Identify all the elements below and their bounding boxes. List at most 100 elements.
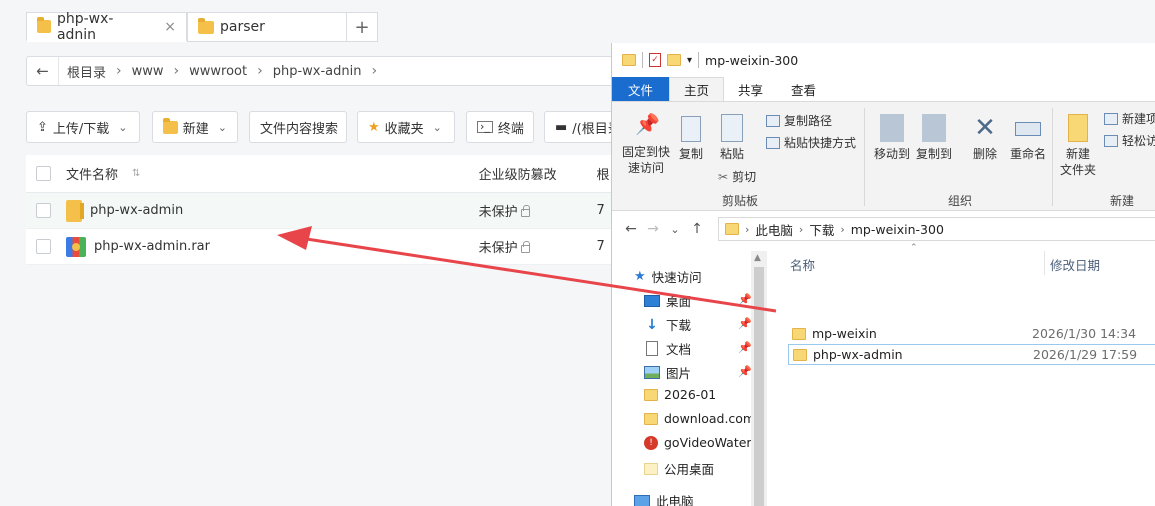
delete-button[interactable]: ✕ 删除 <box>968 114 1002 162</box>
pin-icon[interactable]: 📌 <box>738 341 752 354</box>
nav-download-com[interactable]: download.com <box>644 411 755 426</box>
col-modified-header[interactable]: 修改日期 <box>1050 255 1100 274</box>
rename-button[interactable]: 重命名 <box>1008 114 1048 162</box>
organize-group-label: 组织 <box>948 194 973 208</box>
folder-icon <box>792 327 806 340</box>
upload-download-button[interactable]: ⇪ 上传/下载 ⌄ <box>26 111 140 143</box>
col-name-header[interactable]: 名称 <box>790 255 815 274</box>
nav-this-pc[interactable]: 此电脑 <box>634 491 694 506</box>
path-this-pc[interactable]: 此电脑 <box>755 220 793 239</box>
scroll-up-icon[interactable]: ▲ <box>754 253 761 263</box>
nav-2026-01[interactable]: 2026-01 <box>644 387 716 402</box>
copy-label: 复制 <box>678 147 703 161</box>
list-item[interactable]: mp-weixin 2026/1/30 14:34 <box>788 323 1155 344</box>
tab-share[interactable]: 共享 <box>724 77 777 101</box>
nav-pictures[interactable]: 图片 <box>644 363 691 382</box>
terminal-label: 终端 <box>497 121 524 137</box>
crumb-wwwroot[interactable]: wwwroot <box>181 64 255 79</box>
nav-desktop[interactable]: 桌面 <box>644 291 691 310</box>
file-name[interactable]: php-wx-admin.rar <box>94 239 210 254</box>
file-name[interactable]: php-wx-admin <box>90 203 183 218</box>
divider <box>698 52 700 68</box>
up-icon[interactable]: ↑ <box>686 221 708 237</box>
path-current[interactable]: mp-weixin-300 <box>851 222 944 237</box>
paste-shortcut-button[interactable]: 粘贴快捷方式 <box>766 134 856 151</box>
new-group-label: 新建 <box>1110 194 1135 208</box>
pin-icon[interactable]: 📌 <box>738 317 752 330</box>
move-to-button[interactable]: 移动到 <box>872 114 912 162</box>
terminal-button[interactable]: ›_ 终端 <box>466 111 534 143</box>
delete-icon: ✕ <box>974 113 996 143</box>
sort-indicator-icon: ⌃ <box>910 243 918 253</box>
favorites-label: 收藏夹 <box>384 121 424 137</box>
explorer-address-bar[interactable]: › 此电脑 › 下载 › mp-weixin-300 <box>718 217 1155 241</box>
copy-to-button[interactable]: 复制到 <box>914 114 954 162</box>
row-checkbox[interactable] <box>36 203 51 218</box>
terminal-icon: ›_ <box>477 121 493 133</box>
pin-quick-access-button[interactable]: 📌 固定到快 速访问 <box>618 112 674 176</box>
add-tab-button[interactable]: + <box>346 12 378 42</box>
pin-icon: 📌 <box>635 112 660 136</box>
favorites-button[interactable]: ★ 收藏夹 ⌄ <box>357 111 455 143</box>
copy-path-button[interactable]: 复制路径 <box>766 112 832 129</box>
paste-button[interactable]: 粘贴 <box>716 114 748 162</box>
back-icon[interactable]: ← <box>27 57 59 85</box>
table-row[interactable]: php-wx-admin.rar 未保护 7 <box>26 229 626 265</box>
new-button[interactable]: 新建 ⌄ <box>152 111 238 143</box>
scroll-thumb[interactable] <box>754 267 764 506</box>
nav-scrollbar[interactable]: ▲ <box>751 251 767 506</box>
col-name[interactable]: 文件名称 ⇅ <box>66 164 479 183</box>
pin-label-2: 速访问 <box>627 161 664 175</box>
new-item-button[interactable]: 新建项 <box>1104 110 1155 127</box>
nav-label: 下载 <box>666 318 692 333</box>
tab-view[interactable]: 查看 <box>777 77 830 101</box>
archive-icon <box>66 236 86 257</box>
close-icon[interactable]: × <box>164 19 176 35</box>
table-row[interactable]: php-wx-admin 未保护 7 <box>26 193 626 229</box>
row-checkbox[interactable] <box>36 239 51 254</box>
content-search-button[interactable]: 文件内容搜索 <box>249 111 347 143</box>
pin-icon[interactable]: 📌 <box>738 365 752 378</box>
new-folder-icon[interactable] <box>667 54 681 66</box>
tab-file[interactable]: 文件 <box>612 77 670 101</box>
copy-icon <box>681 116 701 142</box>
sort-icon[interactable]: ⇅ <box>132 168 140 179</box>
folder-icon <box>644 462 658 475</box>
new-folder-button[interactable]: 新建 文件夹 <box>1058 114 1098 178</box>
chevron-right-icon: › <box>371 63 378 79</box>
list-item-selected[interactable]: php-wx-admin 2026/1/29 17:59 <box>788 344 1155 365</box>
crumb-root[interactable]: 根目录 <box>59 62 114 81</box>
select-all-checkbox[interactable] <box>36 166 51 181</box>
divider[interactable] <box>1044 251 1045 275</box>
forward-icon[interactable]: → <box>642 221 664 237</box>
nav-govideowater[interactable]: ! goVideoWater <box>644 435 752 450</box>
nav-public-desktop[interactable]: 公用桌面 <box>644 459 714 478</box>
back-icon[interactable]: ← <box>620 221 642 237</box>
nav-quick-access[interactable]: ★ 快速访问 <box>634 267 702 286</box>
cut-button[interactable]: ✂ 剪切 <box>718 168 756 185</box>
lock-icon[interactable] <box>520 240 530 253</box>
nav-downloads[interactable]: ↓ 下载 <box>644 315 691 334</box>
recent-locations-icon[interactable]: ⌄ <box>664 223 686 236</box>
upload-icon: ⇪ <box>37 119 48 135</box>
nav-documents[interactable]: 文档 <box>644 339 691 358</box>
move-to-label: 移动到 <box>873 147 910 161</box>
path-downloads[interactable]: 下载 <box>809 220 834 239</box>
col-name-label: 文件名称 <box>66 168 119 183</box>
tab-home[interactable]: 主页 <box>669 77 725 101</box>
nav-label: 快速访问 <box>651 270 702 285</box>
quick-access-dropdown-icon[interactable]: ▾ <box>687 55 692 66</box>
chevron-right-icon: › <box>798 222 804 236</box>
properties-icon[interactable]: ✓ <box>649 53 661 67</box>
tab-parser[interactable]: parser <box>187 12 347 42</box>
pin-icon[interactable]: 📌 <box>738 293 752 306</box>
copy-button[interactable]: 复制 <box>676 116 706 162</box>
easy-access-button[interactable]: 轻松访 <box>1104 132 1155 149</box>
tab-php-wx-adnin[interactable]: php-wx-adnin × <box>26 11 187 43</box>
tab-label: parser <box>220 19 265 35</box>
lock-icon[interactable] <box>520 204 530 217</box>
screen: php-wx-adnin × parser + ← 根目录 › www › ww… <box>0 0 1155 506</box>
explorer-title-bar: ✓ ▾ mp-weixin-300 <box>612 43 1155 77</box>
crumb-www[interactable]: www <box>124 64 172 79</box>
crumb-project[interactable]: php-wx-adnin <box>265 64 370 79</box>
